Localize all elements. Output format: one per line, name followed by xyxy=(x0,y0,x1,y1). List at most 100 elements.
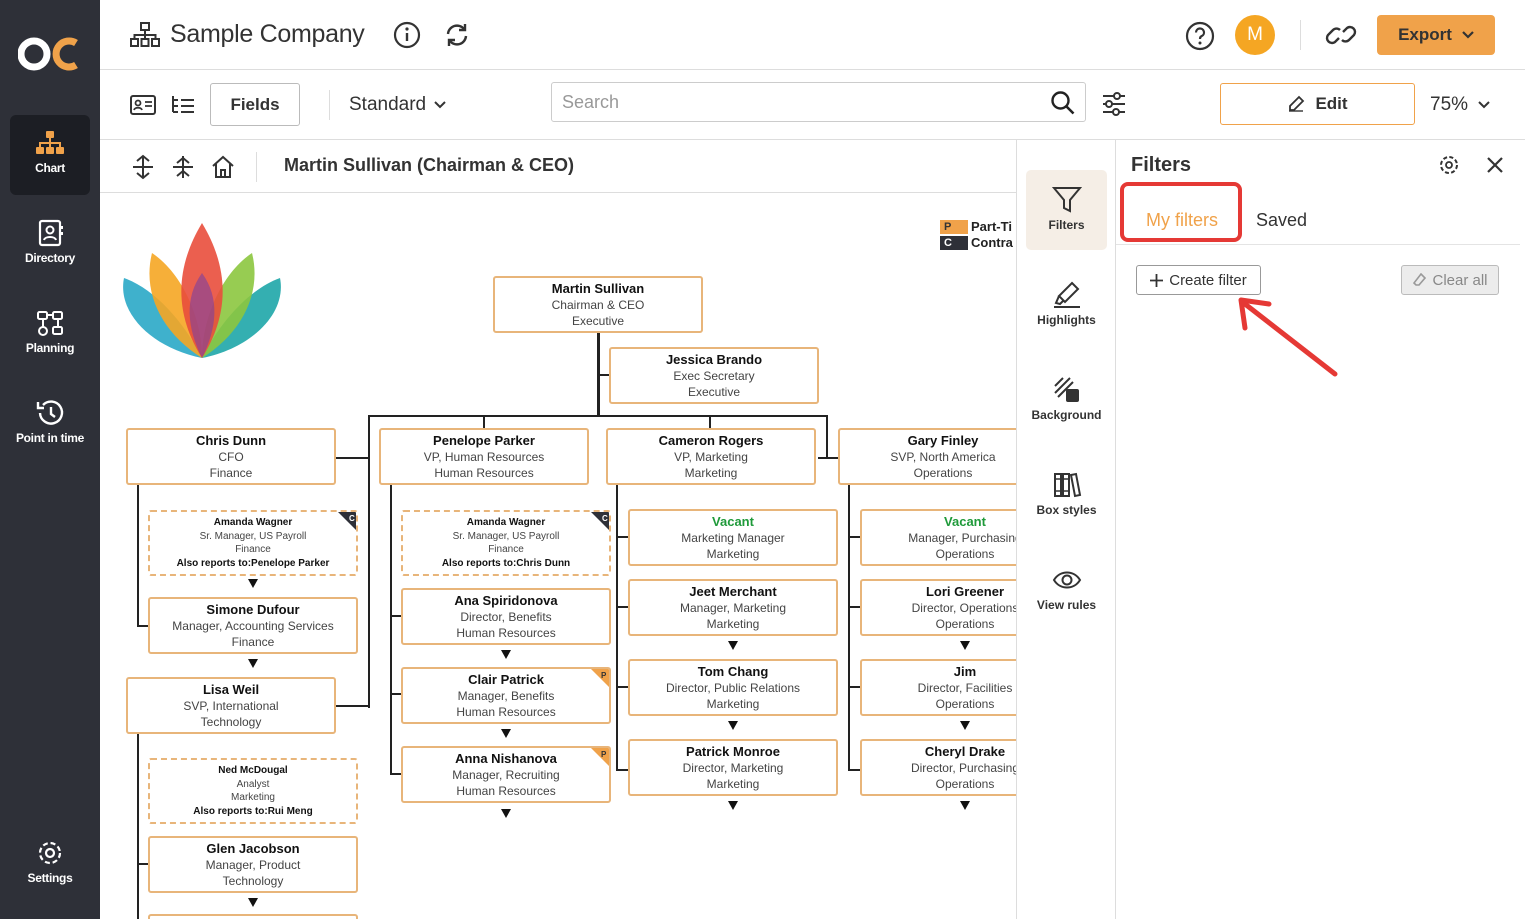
org-box[interactable]: Glen Jacobson Manager, Product Technolog… xyxy=(148,836,358,893)
org-box[interactable]: Lisa Weil SVP, International Technology xyxy=(126,677,336,734)
user-avatar[interactable]: M xyxy=(1235,15,1275,55)
expand-arrow-icon[interactable] xyxy=(728,801,738,810)
breadcrumb-bar: Martin Sullivan (Chairman & CEO) xyxy=(100,140,1016,193)
search-icon[interactable] xyxy=(1050,90,1076,116)
person-title: VP, Marketing xyxy=(674,450,748,464)
edit-button[interactable]: Edit xyxy=(1220,83,1415,125)
clear-all-button[interactable]: Clear all xyxy=(1401,265,1499,295)
org-box-assistant[interactable]: Jessica Brando Exec Secretary Executive xyxy=(609,347,819,404)
connector-line xyxy=(616,536,628,538)
nav-directory[interactable]: Directory xyxy=(10,205,90,285)
zoom-dropdown[interactable]: 75% xyxy=(1430,94,1490,116)
person-dept: Marketing xyxy=(706,697,760,711)
close-icon[interactable] xyxy=(1486,156,1504,174)
org-box[interactable]: Lori Greener Director, Operations Operat… xyxy=(860,579,1016,636)
org-box-dotted[interactable]: C Amanda Wagner Sr. Manager, US Payroll … xyxy=(401,510,611,576)
svg-text:P: P xyxy=(601,671,607,680)
person-dept: Finance xyxy=(488,544,524,555)
person-title: Manager, Recruiting xyxy=(452,768,560,782)
expand-arrow-icon[interactable] xyxy=(501,809,511,818)
person-title: Manager, Benefits xyxy=(457,689,555,703)
org-box[interactable]: Jim Director, Facilities Operations xyxy=(860,659,1016,716)
org-box[interactable]: Tom Chang Director, Public Relations Mar… xyxy=(628,659,838,716)
contract-badge: C xyxy=(338,512,356,530)
expand-arrow-icon[interactable] xyxy=(248,898,258,907)
org-box-root[interactable]: Martin Sullivan Chairman & CEO Executive xyxy=(493,276,703,333)
person-title: Chairman & CEO xyxy=(551,298,645,312)
connector-line xyxy=(137,485,139,627)
rail-background[interactable]: Background xyxy=(1026,360,1107,440)
info-icon[interactable] xyxy=(393,21,421,49)
expand-arrow-icon[interactable] xyxy=(728,641,738,650)
org-box[interactable]: Ana Spiridonova Director, Benefits Human… xyxy=(401,588,611,645)
expand-arrow-icon[interactable] xyxy=(248,579,258,588)
connector-line xyxy=(616,686,628,688)
connector-line xyxy=(826,415,828,458)
org-box-vacant[interactable]: Vacant Marketing Manager Marketing xyxy=(628,509,838,566)
org-box[interactable]: Cameron Rogers VP, Marketing Marketing xyxy=(606,428,816,485)
expand-all-icon[interactable] xyxy=(130,154,156,180)
org-chart-canvas[interactable]: P Part-Ti C Contra Martin Sullivan Chair… xyxy=(100,193,1016,919)
org-box[interactable]: Patrick Monroe Director, Marketing Marke… xyxy=(628,739,838,796)
rail-highlights[interactable]: Highlights xyxy=(1026,265,1107,345)
list-tree-icon[interactable] xyxy=(170,94,196,116)
expand-arrow-icon[interactable] xyxy=(960,721,970,730)
breadcrumb[interactable]: Martin Sullivan (Chairman & CEO) xyxy=(284,155,574,176)
org-box-dotted[interactable]: C Amanda Wagner Sr. Manager, US Payroll … xyxy=(148,510,358,576)
planning-icon xyxy=(37,311,63,336)
sliders-icon[interactable] xyxy=(1101,91,1127,117)
person-dept: Finance xyxy=(209,466,253,480)
org-box[interactable]: Penelope Parker VP, Human Resources Huma… xyxy=(379,428,589,485)
nav-point-in-time[interactable]: Point in time xyxy=(10,385,90,465)
expand-arrow-icon[interactable] xyxy=(501,729,511,738)
person-dept: Operations xyxy=(935,697,995,711)
org-box-dotted[interactable]: Ned McDougal Analyst Marketing Also repo… xyxy=(148,758,358,824)
expand-arrow-icon[interactable] xyxy=(960,801,970,810)
expand-arrow-icon[interactable] xyxy=(501,650,511,659)
org-box[interactable]: Cheryl Drake Director, Purchasing Operat… xyxy=(860,739,1016,796)
export-button[interactable]: Export xyxy=(1377,15,1495,55)
expand-arrow-icon[interactable] xyxy=(728,721,738,730)
person-name: Cheryl Drake xyxy=(924,744,1006,759)
home-icon[interactable] xyxy=(210,154,236,180)
nav-chart[interactable]: Chart xyxy=(10,115,90,195)
expand-arrow-icon[interactable] xyxy=(960,641,970,650)
search-input[interactable] xyxy=(551,82,1086,122)
org-box[interactable]: P Anna Nishanova Manager, Recruiting Hum… xyxy=(401,746,611,803)
rail-background-label: Background xyxy=(1031,408,1102,422)
person-title: Director, Benefits xyxy=(460,610,552,624)
filters-panel: Filters My filters Saved Create filter C… xyxy=(1116,140,1525,919)
person-title: Director, Operations xyxy=(911,601,1016,615)
expand-arrow-icon[interactable] xyxy=(248,659,258,668)
org-box[interactable]: P Clair Patrick Manager, Benefits Human … xyxy=(401,667,611,724)
tab-my-filters[interactable]: My filters xyxy=(1146,210,1218,231)
person-title: SVP, North America xyxy=(890,450,996,464)
rail-box-styles[interactable]: Box styles xyxy=(1026,455,1107,535)
connector-line xyxy=(848,769,860,771)
refresh-icon[interactable] xyxy=(443,21,471,49)
rail-highlights-label: Highlights xyxy=(1037,313,1096,327)
card-view-icon[interactable] xyxy=(130,94,156,116)
collapse-all-icon[interactable] xyxy=(170,154,196,180)
person-dept: Technology xyxy=(222,874,284,888)
person-name: Tom Chang xyxy=(697,664,769,679)
vacant-label: Vacant xyxy=(712,514,754,529)
org-box[interactable]: Gary Finley SVP, North America Operation… xyxy=(838,428,1016,485)
tab-saved[interactable]: Saved xyxy=(1256,210,1307,231)
fields-button[interactable]: Fields xyxy=(210,83,300,126)
help-icon[interactable] xyxy=(1185,21,1215,51)
org-box[interactable]: Chris Dunn CFO Finance xyxy=(126,428,336,485)
nav-planning[interactable]: Planning xyxy=(10,295,90,375)
gear-icon[interactable] xyxy=(1438,154,1460,176)
org-box[interactable]: Jeet Merchant Manager, Marketing Marketi… xyxy=(628,579,838,636)
rail-filters[interactable]: Filters xyxy=(1026,170,1107,250)
also-reports-to: Also reports to:Rui Meng xyxy=(193,805,313,817)
rail-view-rules[interactable]: View rules xyxy=(1026,550,1107,630)
org-box-vacant[interactable]: Vacant Manager, Purchasing Operations xyxy=(860,509,1016,566)
org-box[interactable]: Simone Dufour Manager, Accounting Servic… xyxy=(148,597,358,654)
link-icon[interactable] xyxy=(1325,20,1357,50)
nav-settings[interactable]: Settings xyxy=(10,825,90,905)
person-name: Amanda Wagner xyxy=(466,517,546,528)
layout-dropdown[interactable]: Standard xyxy=(349,94,446,116)
org-box-partial[interactable] xyxy=(148,914,358,919)
